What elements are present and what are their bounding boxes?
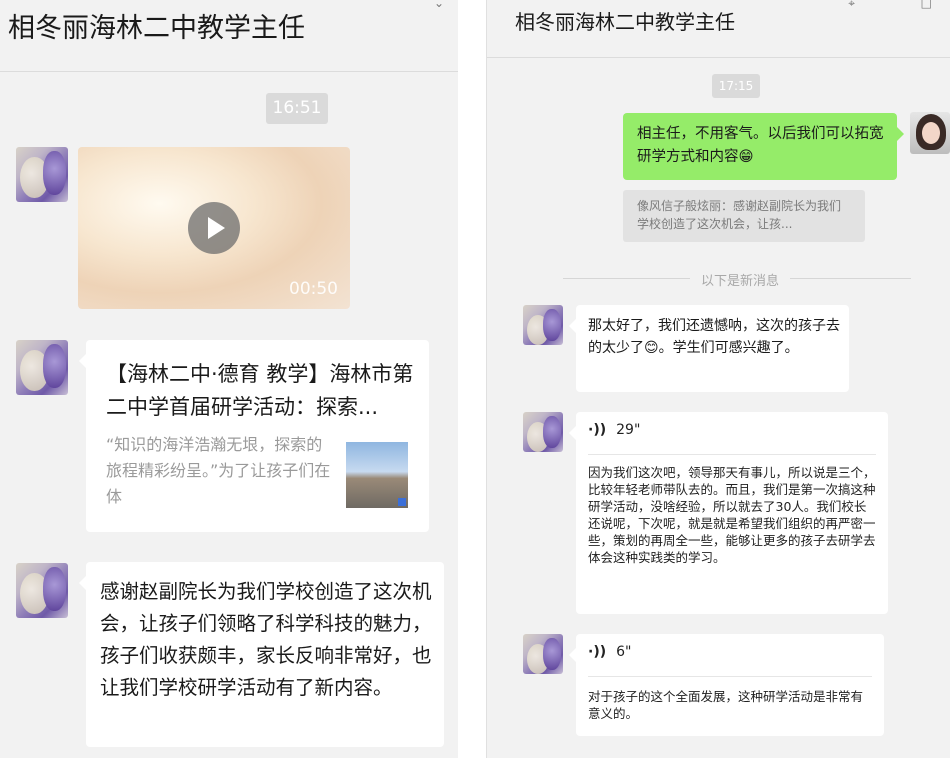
video-message[interactable]: 00:50 (78, 147, 350, 309)
message-text: 那太好了，我们还遗憾呐，这次的孩子去的太少了😊。学生们可感兴趣了。 (588, 315, 840, 359)
avatar[interactable] (523, 305, 563, 345)
quoted-message[interactable]: 像风信子般炫丽：感谢赵副院长为我们学校创造了这次机会，让孩... (623, 190, 865, 242)
message-bubble[interactable]: 感谢赵副院长为我们学校创造了这次机会，让孩子们领略了科学科技的魅力，孩子们收获颇… (79, 562, 444, 747)
timestamp: 17:15 (712, 74, 760, 98)
voice-duration: 29" (616, 422, 641, 438)
voice-wave-icon: ·)) (588, 422, 607, 438)
timestamp: 16:51 (266, 93, 328, 124)
avatar[interactable] (523, 412, 563, 452)
play-icon[interactable] (188, 202, 240, 254)
more-icon[interactable]: ⌄ (434, 0, 444, 10)
new-messages-label: 以下是新消息 (690, 270, 790, 289)
message-text: 感谢赵副院长为我们学校创造了这次机会，让孩子们领略了科学科技的魅力，孩子们收获颇… (100, 580, 432, 699)
video-duration: 00:50 (289, 279, 338, 299)
chat-title: 相冬丽海林二中教学主任 (515, 10, 735, 34)
link-card-description: “知识的海洋浩瀚无垠，探索的旅程精彩纷呈。”为了让孩子们在体 (106, 435, 331, 506)
voice-play-button[interactable]: ·)) 29" (588, 422, 640, 438)
chat-header: 相冬丽海林二中教学主任 ⌄ (0, 0, 458, 72)
avatar[interactable] (16, 147, 68, 202)
message-content-tail: 。学生们可感兴趣了。 (658, 340, 799, 356)
avatar-face (922, 122, 940, 144)
message-content: 相主任，不用客气。以后我们可以拓宽研学方式和内容 (637, 126, 884, 165)
chat-title: 相冬丽海林二中教学主任 (8, 13, 305, 44)
link-thumbnail (346, 442, 408, 508)
message-bubble[interactable]: 那太好了，我们还遗憾呐，这次的孩子去的太少了😊。学生们可感兴趣了。 (569, 305, 849, 392)
voice-message-bubble[interactable]: ·)) 6" 对于孩子的这个全面发展，这种研学活动是非常有意义的。 (569, 634, 884, 736)
pin-icon[interactable]: ⌖ (848, 0, 855, 11)
link-card-title: 【海林二中·德育 教学】海林市第二中学首届研学活动：探索... (106, 362, 414, 419)
link-card[interactable]: 【海林二中·德育 教学】海林市第二中学首届研学活动：探索... “知识的海洋浩瀚… (79, 340, 429, 532)
divider (588, 454, 876, 455)
my-avatar[interactable] (910, 112, 950, 154)
my-message-bubble[interactable]: 相主任，不用客气。以后我们可以拓宽研学方式和内容😁 (623, 113, 904, 180)
avatar[interactable] (16, 340, 68, 395)
chat-header: 相冬丽海林二中教学主任 ⌖ □ (487, 0, 950, 58)
voice-transcript: 对于孩子的这个全面发展，这种研学活动是非常有意义的。 (588, 689, 864, 721)
voice-wave-icon: ·)) (588, 644, 607, 660)
window-icon[interactable]: □ (921, 0, 932, 10)
message-text: 相主任，不用客气。以后我们可以拓宽研学方式和内容😁 (637, 123, 889, 169)
left-chat-panel: 相冬丽海林二中教学主任 ⌄ 16:51 00:50 【海林二中·德育 教学】海林… (0, 0, 458, 758)
voice-message-bubble[interactable]: ·)) 29" 因为我们这次吧，领导那天有事儿，所以说是三个，比较年轻老师带队去的… (569, 412, 888, 614)
voice-duration: 6" (616, 644, 632, 660)
avatar[interactable] (16, 563, 68, 618)
divider (588, 676, 872, 677)
voice-play-button[interactable]: ·)) 6" (588, 644, 631, 660)
grin-emoji-icon: 😁 (738, 149, 754, 165)
smile-emoji-icon: 😊 (644, 340, 659, 356)
voice-transcript: 因为我们这次吧，领导那天有事儿，所以说是三个，比较年轻老师带队去的。而且，我们是… (588, 465, 876, 565)
avatar[interactable] (523, 634, 563, 674)
